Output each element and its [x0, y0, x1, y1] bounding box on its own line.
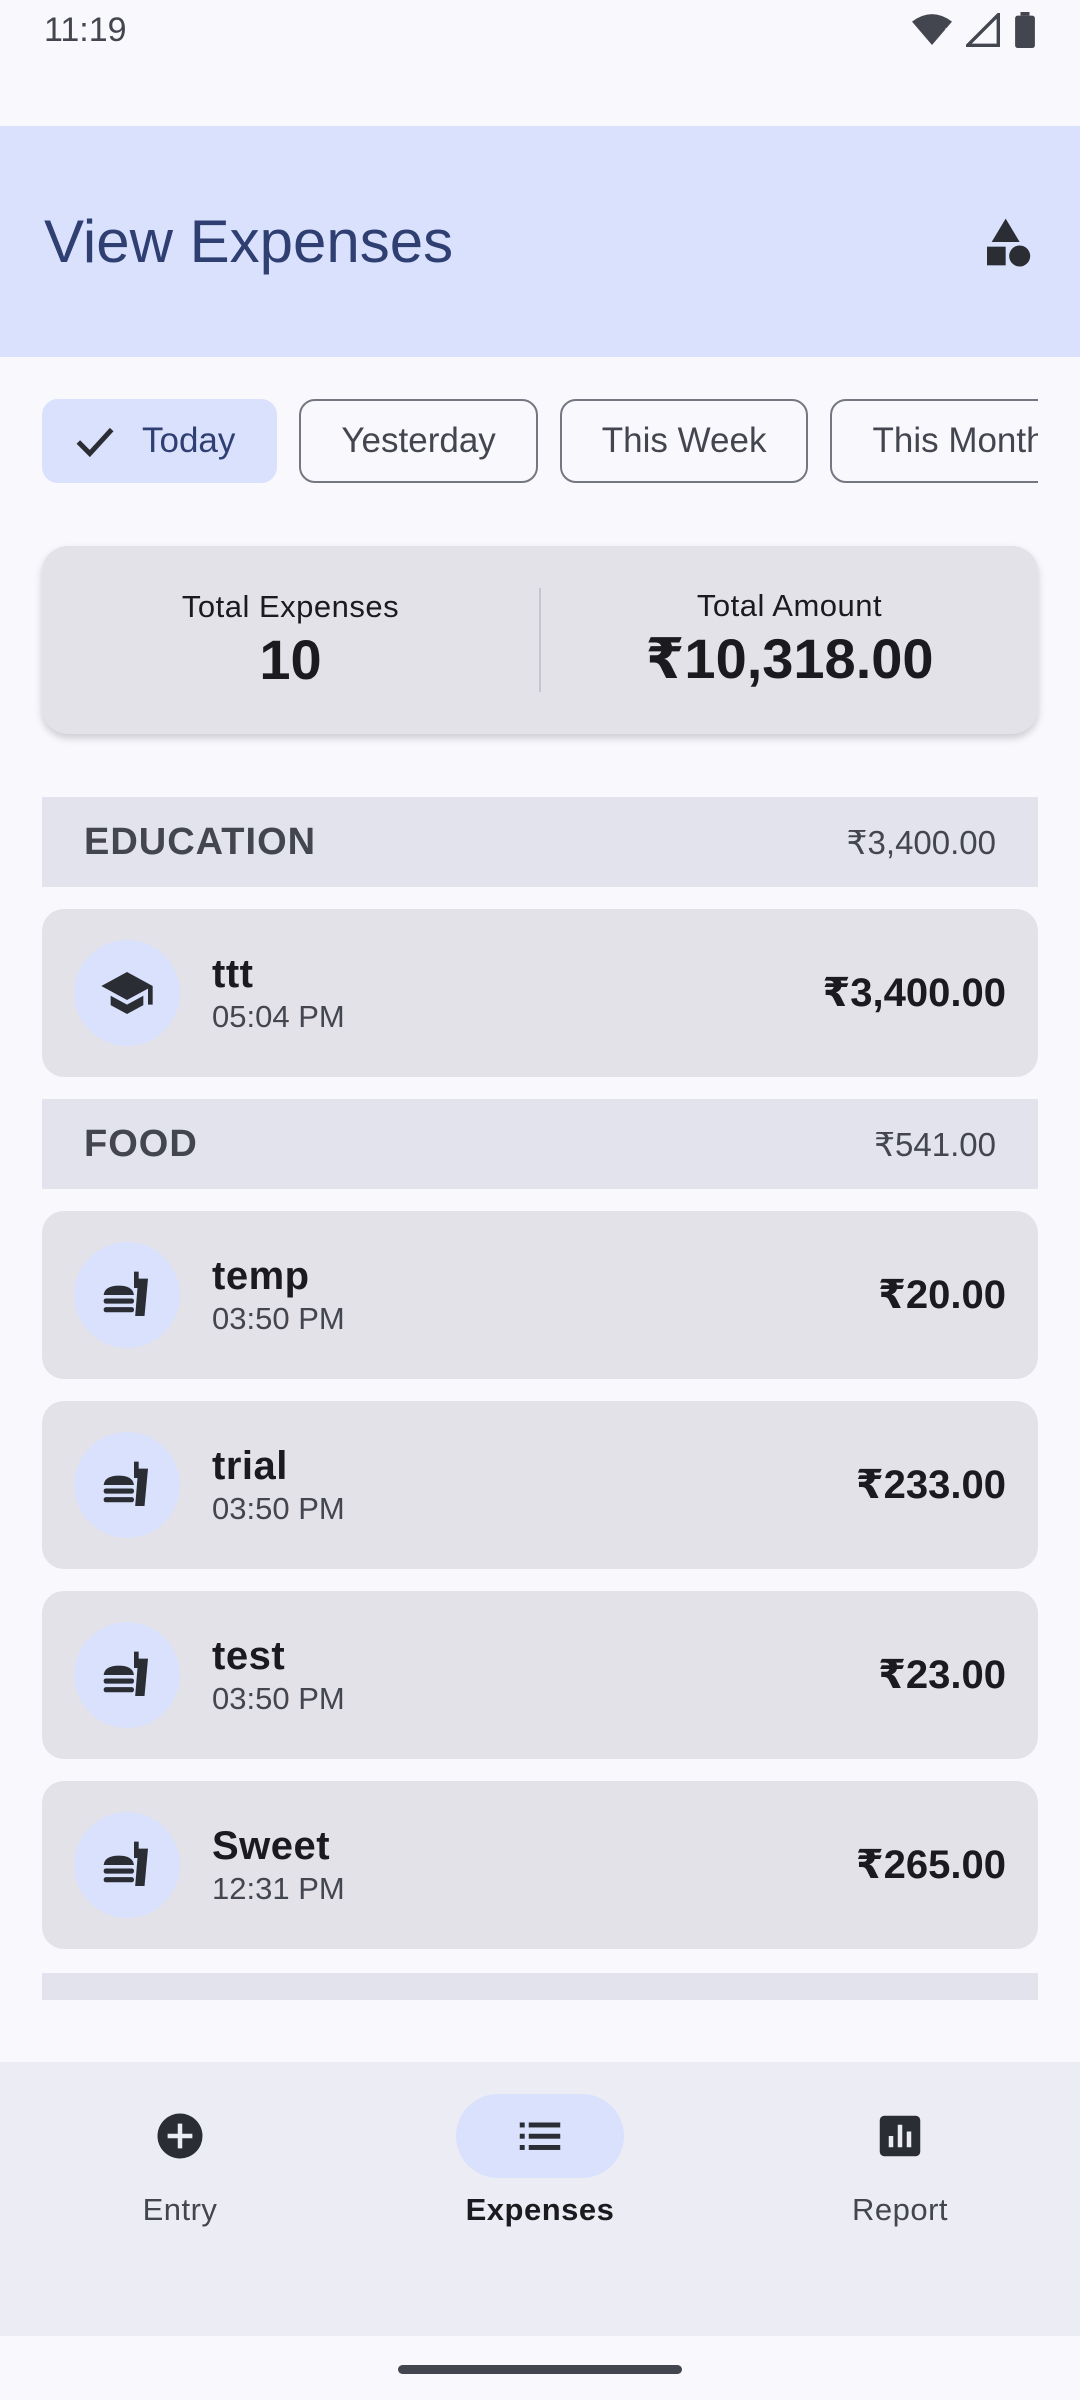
expense-amount: ₹23.00	[878, 1653, 1006, 1697]
category-header-food: FOOD ₹541.00	[42, 1099, 1038, 1189]
chip-label: This Week	[601, 421, 767, 460]
expense-amount: ₹265.00	[855, 1843, 1006, 1887]
battery-icon	[1015, 12, 1035, 48]
category-icon-badge	[74, 1432, 180, 1538]
expense-text: trial 03:50 PM	[212, 1444, 856, 1527]
total-amount-value: ₹10,318.00	[645, 627, 934, 690]
expense-name: ttt	[212, 951, 254, 996]
nav-label: Entry	[142, 2192, 218, 2227]
add-circle-icon	[157, 2113, 203, 2159]
expense-amount: ₹3,400.00	[822, 971, 1006, 1015]
date-filter-chips: Today Yesterday This Week This Month	[42, 399, 1038, 483]
nav-label: Report	[851, 2192, 949, 2227]
expense-item[interactable]: temp 03:50 PM ₹20.00	[42, 1211, 1038, 1379]
expense-name: temp	[212, 1253, 310, 1298]
status-bar: 11:19	[0, 0, 1080, 60]
fastfood-icon	[103, 1271, 148, 1316]
fastfood-icon	[103, 1841, 148, 1886]
chip-yesterday[interactable]: Yesterday	[299, 399, 538, 483]
fastfood-icon	[103, 1461, 148, 1506]
expense-time: 12:31 PM	[212, 1870, 345, 1906]
chip-this-month[interactable]: This Month	[830, 399, 1038, 483]
expense-item[interactable]: trial 03:50 PM ₹233.00	[42, 1401, 1038, 1569]
school-icon	[101, 972, 153, 1014]
expense-name: Sweet	[212, 1823, 331, 1868]
expense-time: 03:50 PM	[212, 1680, 345, 1716]
category-total: ₹541.00	[874, 1125, 996, 1163]
top-app-bar: View Expenses	[0, 126, 1080, 357]
nav-item-entry[interactable]: Entry	[0, 2062, 360, 2336]
expense-time: 05:04 PM	[212, 998, 345, 1034]
chip-today[interactable]: Today	[42, 399, 278, 483]
status-time: 11:19	[44, 10, 127, 49]
category-icon-badge	[74, 1812, 180, 1918]
fastfood-icon	[103, 1651, 148, 1696]
category-icon-badge	[74, 1622, 180, 1728]
expense-text: ttt 05:04 PM	[212, 952, 822, 1035]
list-icon	[519, 2122, 561, 2150]
nav-indicator	[456, 2094, 624, 2178]
expense-time: 03:50 PM	[212, 1490, 345, 1526]
nav-indicator	[96, 2094, 264, 2178]
expense-item[interactable]: ttt 05:04 PM ₹3,400.00	[42, 909, 1038, 1077]
bottom-navigation: Entry Expenses Report	[0, 2062, 1080, 2336]
category-icon-badge	[74, 1242, 180, 1348]
shapes-icon[interactable]	[980, 214, 1036, 270]
category-name: FOOD	[84, 1122, 198, 1165]
nav-label: Expenses	[465, 2192, 615, 2227]
nav-item-expenses[interactable]: Expenses	[360, 2062, 720, 2336]
total-expenses-value: 10	[259, 627, 322, 691]
gesture-handle[interactable]	[398, 2365, 682, 2374]
page-title: View Expenses	[44, 208, 454, 275]
check-icon	[76, 427, 114, 458]
category-header-partial	[42, 1973, 1038, 2000]
status-icons	[912, 12, 1036, 48]
signal-icon	[966, 13, 1000, 47]
chip-label: This Month	[872, 421, 1038, 460]
category-header-education: EDUCATION ₹3,400.00	[42, 797, 1038, 887]
category-icon-badge	[74, 940, 180, 1046]
expense-name: test	[212, 1633, 286, 1678]
chip-label: Yesterday	[341, 421, 496, 460]
total-amount-label: Total Amount	[696, 588, 883, 623]
total-amount-section: Total Amount ₹10,318.00	[541, 588, 1038, 692]
expense-item[interactable]: test 03:50 PM ₹23.00	[42, 1591, 1038, 1759]
expense-item[interactable]: Sweet 12:31 PM ₹265.00	[42, 1781, 1038, 1949]
total-expenses-section: Total Expenses 10	[42, 589, 539, 692]
summary-card: Total Expenses 10 Total Amount ₹10,318.0…	[42, 546, 1038, 734]
expense-text: test 03:50 PM	[212, 1634, 878, 1717]
category-total: ₹3,400.00	[846, 823, 996, 861]
expense-text: Sweet 12:31 PM	[212, 1824, 856, 1907]
chip-this-week[interactable]: This Week	[559, 399, 809, 483]
bar-chart-icon	[879, 2115, 921, 2157]
nav-item-report[interactable]: Report	[720, 2062, 1080, 2336]
expense-amount: ₹20.00	[878, 1273, 1006, 1317]
expense-amount: ₹233.00	[855, 1463, 1006, 1507]
chip-label: Today	[142, 421, 236, 460]
expense-text: temp 03:50 PM	[212, 1254, 878, 1337]
total-expenses-label: Total Expenses	[181, 588, 400, 624]
expense-name: trial	[212, 1443, 288, 1488]
expense-time: 03:50 PM	[212, 1300, 345, 1336]
nav-indicator	[816, 2094, 984, 2178]
category-name: EDUCATION	[84, 820, 317, 863]
wifi-icon	[912, 14, 952, 45]
